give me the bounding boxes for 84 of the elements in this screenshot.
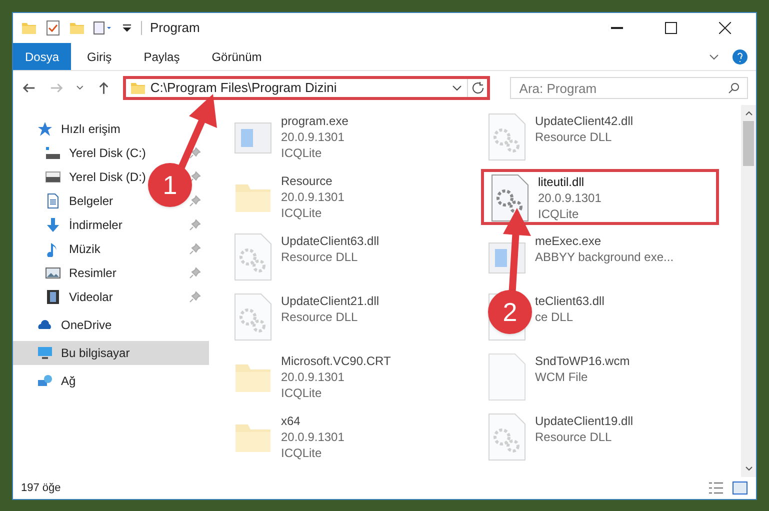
address-bar[interactable]: C:\Program Files\Program Dizini — [123, 76, 490, 100]
file-detail: ABBYY background exe... — [535, 249, 674, 265]
ribbon-tab[interactable]: Paylaş — [128, 43, 196, 70]
file-detail: Resource DLL — [535, 429, 613, 445]
file-detail: 20.0.9.1301 — [281, 429, 344, 445]
ribbon-tab[interactable]: Görünüm — [196, 43, 278, 70]
minimize-icon — [611, 27, 623, 29]
drive-icon — [45, 145, 61, 161]
maximize-icon — [665, 22, 677, 34]
close-icon — [719, 22, 731, 34]
gear-document-icon — [487, 413, 527, 461]
scroll-thumb[interactable] — [743, 121, 754, 166]
drive-icon — [45, 171, 61, 183]
help-icon[interactable] — [732, 48, 748, 64]
file-name[interactable]: SndToWP16.wcm — [535, 353, 630, 369]
file-detail: ICQLite — [281, 385, 323, 401]
monitor-icon — [37, 345, 53, 361]
selected-sidebar-row[interactable]: Bu bilgisayar — [13, 341, 209, 365]
file-detail: ce DLL — [535, 309, 574, 325]
sidebar-item[interactable]: Ağ — [61, 372, 76, 390]
item-count: 197 öğe — [21, 480, 62, 496]
gear-document-icon — [487, 113, 527, 161]
details-view-icon[interactable] — [708, 480, 724, 496]
picture-icon — [45, 265, 61, 281]
document-icon — [45, 193, 61, 209]
window-title: Program — [150, 19, 200, 38]
scroll-down-icon[interactable] — [744, 465, 752, 473]
file-detail: 20.0.9.1301 — [281, 189, 344, 205]
refresh-icon — [472, 82, 484, 94]
file-name[interactable]: UpdateClient19.dll — [535, 413, 634, 429]
file-detail: WCM File — [535, 369, 589, 385]
file-detail: 20.0.9.1301 — [281, 369, 346, 385]
file-name[interactable]: Microsoft.VC90.CRT — [281, 353, 391, 369]
scrollbar[interactable] — [741, 105, 756, 477]
sidebar-item[interactable]: Yerel Disk (C:) — [69, 144, 146, 162]
large-icons-view-icon[interactable] — [732, 480, 748, 496]
file-name[interactable]: Resource — [281, 173, 344, 189]
file-detail: Resource DLL — [281, 309, 359, 325]
file-detail: Resource DLL — [281, 249, 359, 265]
network-icon — [37, 373, 53, 389]
file-detail: ICQLite — [538, 206, 580, 222]
sidebar-item[interactable]: Müzik — [69, 240, 100, 258]
sidebar-item[interactable]: Yerel Disk (D:) — [69, 168, 146, 186]
file-detail: ICQLite — [281, 145, 323, 161]
star-icon — [37, 121, 53, 137]
file-name[interactable]: teClient63.dll — [535, 293, 604, 309]
properties-icon — [93, 20, 113, 36]
folder-icon — [21, 20, 37, 36]
dropdown-icon — [121, 22, 133, 34]
search-field[interactable]: Ara: Program — [510, 77, 748, 99]
file-name[interactable]: program.exe — [281, 113, 348, 129]
chevron-down-icon[interactable] — [76, 84, 84, 92]
folder-icon — [69, 20, 85, 36]
file-name[interactable]: UpdateClient42.dll — [535, 113, 634, 129]
file-name[interactable]: UpdateClient21.dll — [281, 293, 380, 309]
down-arrow-icon — [45, 217, 61, 233]
gear-document-icon — [233, 293, 273, 341]
sidebar-item[interactable]: Belgeler — [69, 192, 114, 210]
gear-document-icon — [233, 233, 273, 281]
file-name[interactable]: x64 — [281, 413, 344, 429]
ribbon-tab[interactable]: Dosya — [13, 43, 72, 70]
sidebar-item[interactable]: Hızlı erişim — [61, 120, 120, 138]
file-name[interactable]: UpdateClient63.dll — [281, 233, 380, 249]
sidebar-item[interactable]: Bu bilgisayar — [61, 344, 130, 362]
file-name[interactable]: meExec.exe — [535, 233, 674, 249]
scroll-up-icon[interactable] — [744, 109, 752, 117]
search-icon — [728, 82, 740, 94]
sidebar-item[interactable]: İndirmeler — [69, 216, 122, 234]
file-name[interactable]: liteutil.dll — [538, 174, 602, 190]
folder-icon — [130, 80, 146, 96]
file-detail: ICQLite — [281, 205, 323, 221]
sidebar-item[interactable]: Resimler — [69, 264, 116, 282]
sidebar-item[interactable]: Videolar — [69, 288, 113, 306]
address-path: C:\Program Files\Program Dizini — [150, 79, 338, 98]
film-icon — [45, 289, 61, 305]
file-detail: Resource DLL — [535, 129, 613, 145]
sidebar-item[interactable]: OneDrive — [61, 316, 112, 334]
ribbon-tab[interactable]: Giriş — [71, 43, 128, 70]
file-detail: 20.0.9.1301 — [281, 129, 346, 145]
document-icon — [487, 353, 527, 401]
file-detail: 20.0.9.1301 — [538, 190, 602, 206]
gear-document-icon — [490, 174, 530, 222]
checklist-icon — [45, 20, 61, 36]
file-detail: ICQLite — [281, 445, 323, 461]
